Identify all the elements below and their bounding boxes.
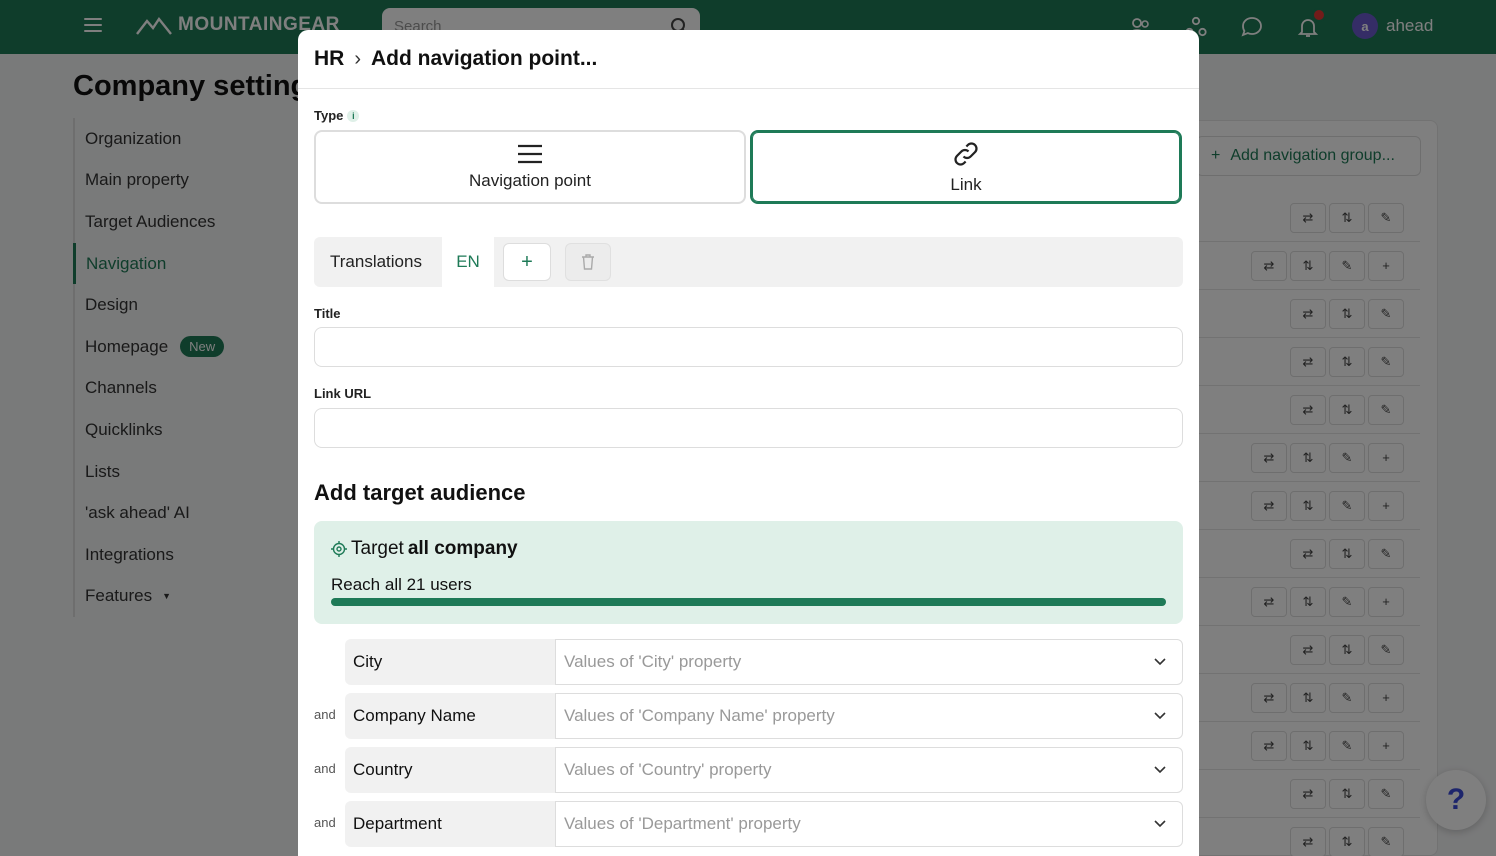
- filter-row-department: and Department Values of 'Department' pr…: [298, 801, 1199, 847]
- trash-icon: [582, 254, 594, 270]
- filter-placeholder: Values of 'City' property: [564, 652, 742, 671]
- menu-icon: [518, 144, 542, 164]
- target-scope: Target all company: [331, 538, 518, 560]
- filter-conjunction: and: [314, 761, 336, 776]
- reach-progress-bar: [331, 598, 1166, 606]
- target-audience-summary: Target all company Reach all 21 users: [314, 521, 1183, 624]
- filter-property: Department: [345, 801, 555, 847]
- chevron-down-icon: [1154, 820, 1166, 828]
- filter-values-select[interactable]: Values of 'Country' property: [555, 747, 1183, 793]
- type-option-navigation-point[interactable]: Navigation point: [314, 130, 746, 204]
- filter-row-country: and Country Values of 'Country' property: [298, 747, 1199, 793]
- type-label: Type i: [314, 108, 360, 123]
- target-prefix: Target: [351, 538, 404, 559]
- target-scope-value: all company: [407, 538, 518, 559]
- target-audience-heading: Add target audience: [314, 480, 526, 505]
- title-input[interactable]: [314, 327, 1183, 367]
- link-url-label: Link URL: [314, 386, 372, 401]
- info-icon[interactable]: i: [347, 110, 360, 122]
- translations-label: Translations: [330, 252, 422, 271]
- chevron-down-icon: [1154, 658, 1166, 666]
- filter-property: Company Name: [345, 693, 555, 739]
- filter-property: Country: [345, 747, 555, 793]
- filter-values-select[interactable]: Values of 'Department' property: [555, 801, 1183, 847]
- filter-values-select[interactable]: Values of 'City' property: [555, 639, 1183, 685]
- type-option-link[interactable]: Link: [750, 130, 1182, 204]
- chevron-right-icon: ›: [354, 47, 362, 70]
- title-label: Title: [314, 306, 341, 321]
- target-icon: [331, 541, 347, 557]
- add-navigation-point-dialog: HR › Add navigation point... Type i Navig…: [298, 30, 1199, 856]
- filter-placeholder: Values of 'Department' property: [564, 814, 801, 833]
- chevron-down-icon: [1154, 766, 1166, 774]
- filter-values-select[interactable]: Values of 'Company Name' property: [555, 693, 1183, 739]
- reach-progress-fill: [331, 598, 1166, 606]
- type-option-label: Link: [950, 175, 982, 194]
- delete-language-button[interactable]: [565, 243, 611, 281]
- dialog-header: HR › Add navigation point...: [298, 30, 1199, 89]
- language-tab-en[interactable]: EN: [442, 237, 494, 287]
- chevron-down-icon: [1154, 712, 1166, 720]
- filter-conjunction: and: [314, 707, 336, 722]
- filter-placeholder: Values of 'Company Name' property: [564, 706, 835, 725]
- filter-conjunction: and: [314, 815, 336, 830]
- filter-row-company-name: and Company Name Values of 'Company Name…: [298, 693, 1199, 739]
- reach-text: Reach all 21 users: [331, 575, 472, 594]
- filter-placeholder: Values of 'Country' property: [564, 760, 772, 779]
- breadcrumb-parent[interactable]: HR: [314, 47, 344, 71]
- link-url-input[interactable]: [314, 408, 1183, 448]
- add-language-button[interactable]: +: [503, 243, 551, 281]
- dialog-title: Add navigation point...: [371, 47, 598, 70]
- filter-row-city: City Values of 'City' property: [298, 639, 1199, 685]
- filter-property: City: [345, 639, 555, 685]
- link-icon: [954, 142, 978, 166]
- type-option-label: Navigation point: [469, 171, 591, 190]
- translations-bar: Translations EN +: [314, 237, 1183, 287]
